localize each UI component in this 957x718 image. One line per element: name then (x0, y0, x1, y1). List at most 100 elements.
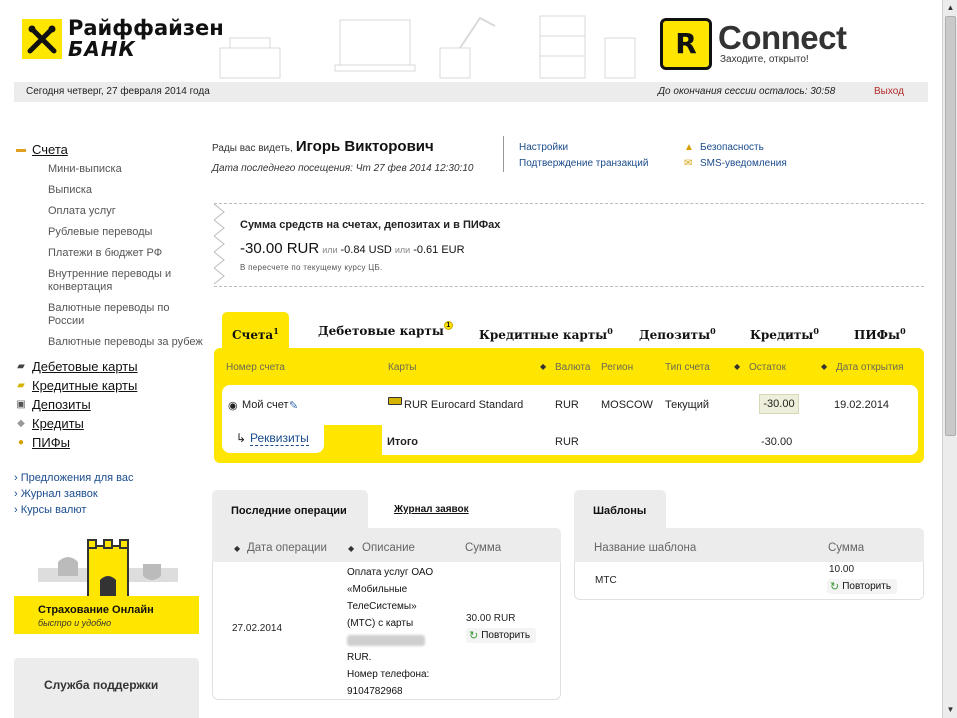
greeting-block: Рады вас видеть, Игорь Викторович Дата п… (212, 138, 473, 174)
link-exchange-rates[interactable]: › Курсы валют (14, 502, 204, 518)
warning-icon: ▲ (684, 142, 694, 153)
nav-sub-statement[interactable]: Выписка (48, 184, 204, 197)
radio-icon[interactable]: ◉ (228, 399, 238, 412)
security-links: ▲ Безопасность ✉ SMS-уведомления (684, 140, 787, 172)
nav-credit-cards[interactable]: ▰ Кредитные карты (14, 376, 204, 395)
masked-card-number (347, 634, 425, 646)
link-requests-journal[interactable]: › Журнал заявок (14, 486, 204, 502)
repeat-button[interactable]: ↻ Повторить (466, 628, 537, 643)
nav-deposits[interactable]: ▣ Депозиты (14, 395, 204, 414)
logo-line2: БАНК (68, 37, 136, 61)
tab-last-operations[interactable]: Последние операции (212, 490, 368, 530)
details-button[interactable]: ↳ Реквизиты (222, 425, 324, 453)
nav-debit-cards[interactable]: ▰ Дебетовые карты (14, 357, 204, 376)
logo-line1: Райффайзен (68, 16, 224, 40)
summary-eur: -0.61 EUR (413, 244, 465, 256)
edit-pencil-icon[interactable]: ✎ (289, 399, 298, 412)
summary-title: Сумма средств на счетах, депозитах и в П… (240, 219, 501, 231)
col-currency[interactable]: Валюта (555, 362, 590, 373)
sms-notifications-link[interactable]: SMS-уведомления (700, 156, 787, 172)
refresh-icon: ↻ (830, 581, 840, 593)
col-region[interactable]: Регион (601, 362, 633, 373)
link-offers[interactable]: › Предложения для вас (14, 470, 204, 486)
operation-amount: 30.00 RUR (466, 613, 516, 624)
col-cards[interactable]: Карты (388, 362, 417, 373)
sort-icon[interactable]: ◆ (734, 362, 740, 371)
col-amount: Сумма (465, 542, 502, 554)
table-row[interactable]: ◉ Мой счет ✎ RUR Eurocard Standard RUR M… (222, 385, 918, 425)
castle-icon (38, 539, 178, 598)
scroll-down-icon[interactable]: ▼ (945, 704, 956, 715)
tab-funds[interactable]: ПИФы0 (854, 312, 906, 348)
sort-icon[interactable]: ◆ (540, 362, 546, 371)
account-name: Мой счет (242, 399, 289, 411)
row-account-type: Текущий (665, 399, 709, 411)
funds-summary: Сумма средств на счетах, депозитах и в П… (214, 203, 924, 287)
insurance-banner[interactable]: Страхование Онлайн быстро и удобно (14, 538, 199, 636)
col-description[interactable]: Описание (362, 542, 415, 554)
row-currency: RUR (555, 399, 579, 411)
nav-sub-currency-abroad[interactable]: Валютные переводы за рубеж (48, 336, 204, 349)
details-link[interactable]: Реквизиты (250, 431, 309, 446)
safe-icon: ▣ (16, 399, 26, 410)
card-name[interactable]: RUR Eurocard Standard (404, 399, 523, 411)
r-connect-logo: R Connect Заходите, открыто! (660, 18, 847, 70)
tab-debit-cards[interactable]: Дебетовые карты 1 (318, 312, 453, 348)
nav-sub-budget-payments[interactable]: Платежи в бюджет РФ (48, 247, 204, 260)
page-scrollbar[interactable]: ▲ ▼ (942, 0, 957, 718)
nav-sub-currency-russia[interactable]: Валютные переводы по России (48, 302, 204, 328)
card-icon: ▰ (17, 361, 25, 372)
tab-accounts[interactable]: Счета1 (222, 312, 289, 348)
requests-journal-link[interactable]: Журнал заявок (394, 504, 469, 515)
total-balance: -30.00 (761, 436, 793, 448)
col-account-type[interactable]: Тип счета (665, 362, 710, 373)
sort-icon[interactable]: ◆ (234, 544, 240, 553)
nav-sub-ruble-transfers[interactable]: Рублевые переводы (48, 226, 204, 239)
insurance-title: Страхование Онлайн (38, 604, 154, 616)
product-tabs: Счета1 Дебетовые карты 1 Кредитные карты0… (222, 312, 922, 348)
scroll-up-icon[interactable]: ▲ (945, 2, 956, 13)
nav-sub-mini-statement[interactable]: Мини-выписка (48, 163, 204, 176)
tab-templates[interactable]: Шаблоны (574, 490, 666, 530)
summary-rur: -30.00 RUR (240, 240, 320, 257)
tab-deposits[interactable]: Депозиты0 (639, 312, 716, 348)
office-illustration (219, 15, 636, 79)
template-repeat-button[interactable]: ↻ Повторить (827, 579, 898, 594)
settings-link[interactable]: Настройки (519, 142, 568, 153)
operation-description: Оплата услуг ОАО «Мобильные ТелеСистемы»… (347, 567, 434, 697)
total-row: Итого RUR -30.00 (382, 425, 918, 455)
settings-links: Настройки Подтверждение транзакций (519, 140, 648, 172)
last-operations-panel: Последние операции Журнал заявок ◆ Дата … (212, 490, 561, 700)
col-open-date[interactable]: Дата открытия (836, 362, 904, 373)
nav-funds[interactable]: ● ПИФы (14, 433, 204, 452)
template-row[interactable]: МТС 10.00 ↻ Повторить (574, 562, 924, 600)
templates-header: Название шаблона Сумма (574, 528, 924, 562)
greeting-hello: Рады вас видеть, (212, 143, 293, 154)
operation-row[interactable]: 27.02.2014 Оплата услуг ОАО «Мобильные Т… (212, 562, 561, 700)
col-operation-date[interactable]: Дата операции (247, 542, 327, 554)
nav-credits[interactable]: ◆ Кредиты (14, 414, 204, 433)
col-account-number[interactable]: Номер счета (226, 362, 285, 373)
security-link[interactable]: Безопасность (700, 140, 764, 156)
tab-credit-cards[interactable]: Кредитные карты0 (479, 312, 613, 348)
nav-sub-payments[interactable]: Оплата услуг (48, 205, 204, 218)
scroll-thumb[interactable] (945, 16, 956, 436)
col-balance[interactable]: Остаток (749, 362, 786, 373)
tab-credits[interactable]: Кредиты0 (750, 312, 819, 348)
support-title: Служба поддержки (44, 678, 159, 692)
support-block[interactable]: Служба поддержки (14, 658, 199, 718)
logout-link[interactable]: Выход (874, 82, 904, 102)
coins-icon: ● (17, 437, 25, 448)
nav-sub-internal-transfers[interactable]: Внутренние переводы и конвертация (48, 268, 204, 294)
confirm-transactions-link[interactable]: Подтверждение транзакций (519, 158, 648, 169)
raiffeisen-emblem-icon (22, 19, 62, 59)
raiffeisen-logo[interactable]: Райффайзен БАНК (22, 18, 224, 60)
operations-header: ◆ Дата операции ◆ Описание Сумма (212, 528, 561, 562)
summary-usd: -0.84 USD (340, 244, 392, 256)
sort-icon[interactable]: ◆ (821, 362, 827, 371)
user-name: Игорь Викторович (295, 138, 434, 155)
sort-icon[interactable]: ◆ (348, 544, 354, 553)
divider (503, 136, 504, 172)
operation-date: 27.02.2014 (232, 623, 283, 634)
nav-accounts[interactable]: ▬ Счета (14, 140, 204, 159)
